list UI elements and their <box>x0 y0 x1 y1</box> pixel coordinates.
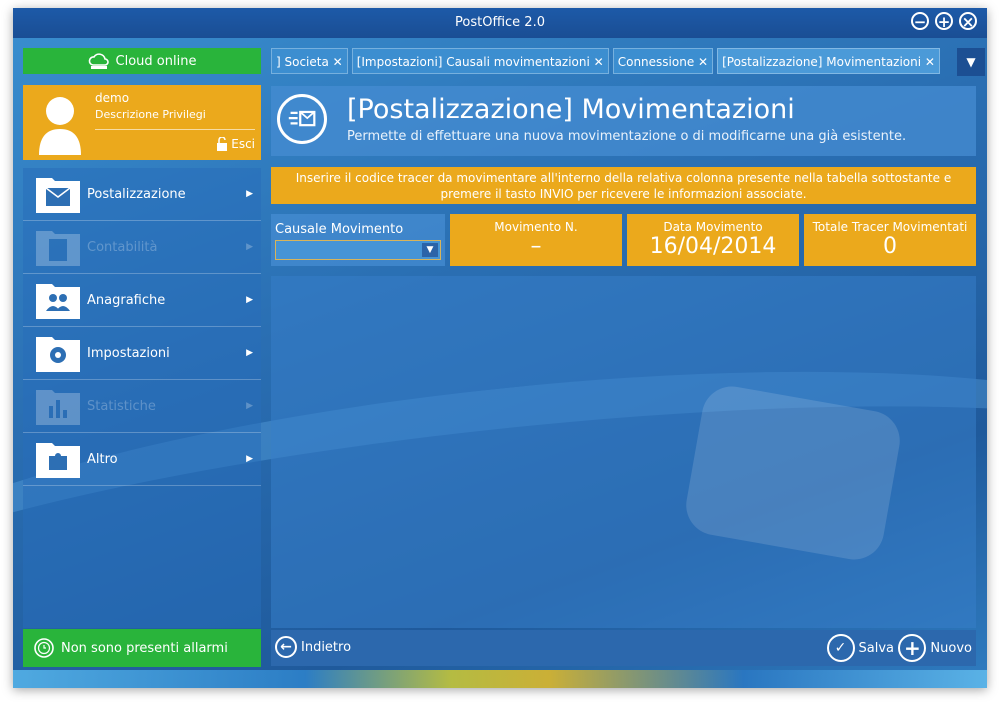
people-folder-icon <box>36 284 80 319</box>
causale-panel: Causale Movimento ▼ <box>271 214 445 266</box>
data-movimento-label: Data Movimento <box>663 220 763 234</box>
sidebar-item-label: Statistiche <box>87 398 156 414</box>
tab-list-dropdown[interactable]: ▼ <box>957 48 985 76</box>
sidebar-item-label: Contabilità <box>87 239 158 255</box>
sidebar-item-label: Anagrafiche <box>87 292 166 308</box>
page-title: [Postalizzazione] Movimentazioni <box>347 94 795 125</box>
causale-select[interactable]: ▼ <box>275 240 441 260</box>
bottom-toolbar: ← Indietro ✓ Salva + Nuovo <box>271 630 976 666</box>
user-panel: demo Descrizione Privilegi Esci <box>23 85 261 160</box>
window-title: PostOffice 2.0 <box>455 15 545 30</box>
sidebar-item-anagrafiche[interactable]: Anagrafiche ▶ <box>23 274 261 327</box>
chevron-right-icon: ▶ <box>246 454 253 464</box>
save-label: Salva <box>858 640 895 656</box>
user-privileges: Descrizione Privilegi <box>95 108 206 121</box>
unlock-icon <box>217 137 228 151</box>
tab-bar: ] Societa ✕ [Impostazioni] Causali movim… <box>271 48 975 74</box>
new-button[interactable]: + Nuovo <box>898 634 972 662</box>
cloud-status-label: Cloud online <box>115 53 197 69</box>
back-button[interactable]: ← Indietro <box>275 636 351 658</box>
window-controls: − + × <box>911 12 977 31</box>
mail-list-icon <box>277 94 327 144</box>
logout-label: Esci <box>231 137 255 151</box>
instruction-banner: Inserire il codice tracer da movimentare… <box>271 167 976 204</box>
close-icon[interactable]: × <box>959 12 977 31</box>
chevron-right-icon: ▶ <box>246 348 253 358</box>
totale-tracer-panel: Totale Tracer Movimentati 0 <box>804 214 976 266</box>
maximize-icon[interactable]: + <box>935 12 953 31</box>
user-divider <box>95 129 255 130</box>
data-movimento-panel: Data Movimento 16/04/2014 <box>627 214 799 266</box>
movimento-number-panel: Movimento N. – <box>450 214 622 266</box>
bar-chart-folder-icon <box>36 390 80 425</box>
calculator-folder-icon <box>36 231 80 266</box>
cloud-status-button[interactable]: Cloud online <box>23 48 261 74</box>
sidebar-item-statistiche: Statistiche ▶ <box>23 380 261 433</box>
tab-movimentazioni[interactable]: [Postalizzazione] Movimentazioni ✕ <box>717 48 940 74</box>
sidebar-item-label: Postalizzazione <box>87 186 186 202</box>
movimento-number-label: Movimento N. <box>494 220 578 234</box>
totale-tracer-value: 0 <box>883 234 897 259</box>
tab-societa[interactable]: ] Societa ✕ <box>271 48 348 74</box>
decorative-stripe <box>13 670 987 688</box>
tab-connessione[interactable]: Connessione ✕ <box>612 48 714 74</box>
tab-causali-movimentazioni[interactable]: [Impostazioni] Causali movimentazioni ✕ <box>351 48 609 74</box>
puzzle-folder-icon <box>36 443 80 478</box>
new-label: Nuovo <box>930 640 972 656</box>
data-movimento-value: 16/04/2014 <box>649 234 777 259</box>
sidebar: Postalizzazione ▶ Contabilità ▶ Anagrafi… <box>23 168 261 628</box>
chevron-right-icon: ▶ <box>246 242 253 252</box>
user-name: demo <box>95 91 130 105</box>
page-subtitle: Permette di effettuare una nuova movimen… <box>347 129 907 144</box>
sidebar-item-contabilita: Contabilità ▶ <box>23 221 261 274</box>
sidebar-item-label: Altro <box>87 451 118 467</box>
sidebar-item-postalizzazione[interactable]: Postalizzazione ▶ <box>23 168 261 221</box>
sidebar-item-altro[interactable]: Altro ▶ <box>23 433 261 486</box>
sidebar-item-impostazioni[interactable]: Impostazioni ▶ <box>23 327 261 380</box>
gear-folder-icon <box>36 337 80 372</box>
chevron-right-icon: ▶ <box>246 189 253 199</box>
envelope-watermark-icon <box>686 386 900 560</box>
arrow-left-icon: ← <box>275 636 297 658</box>
alarm-status[interactable]: Non sono presenti allarmi <box>23 629 261 667</box>
page-header: [Postalizzazione] Movimentazioni Permett… <box>271 86 976 156</box>
totale-tracer-label: Totale Tracer Movimentati <box>812 220 968 234</box>
movimento-number-value: – <box>530 234 542 259</box>
logout-button[interactable]: Esci <box>215 137 255 151</box>
minimize-icon[interactable]: − <box>911 12 929 31</box>
chevron-right-icon: ▶ <box>246 401 253 411</box>
chevron-down-icon: ▼ <box>966 55 976 69</box>
back-label: Indietro <box>301 639 352 655</box>
chevron-right-icon: ▶ <box>246 295 253 305</box>
causale-label: Causale Movimento <box>275 222 404 237</box>
checkmark-icon: ✓ <box>826 634 855 662</box>
title-bar: PostOffice 2.0 − + × <box>13 8 987 38</box>
envelope-folder-icon <box>36 178 80 213</box>
cloud-icon <box>88 53 109 69</box>
avatar <box>39 97 81 155</box>
plus-icon: + <box>898 634 927 662</box>
alarm-label: Non sono presenti allarmi <box>61 640 228 656</box>
instruction-line-2: premere il tasto INVIO per ricevere le i… <box>440 187 807 201</box>
app-window: PostOffice 2.0 − + × Cloud online demo D… <box>13 8 987 688</box>
chevron-down-icon[interactable]: ▼ <box>422 243 438 257</box>
alarm-clock-icon <box>34 638 54 658</box>
instruction-line-1: Inserire il codice tracer da movimentare… <box>295 171 952 185</box>
save-button[interactable]: ✓ Salva <box>826 634 895 662</box>
sidebar-item-label: Impostazioni <box>87 345 170 361</box>
